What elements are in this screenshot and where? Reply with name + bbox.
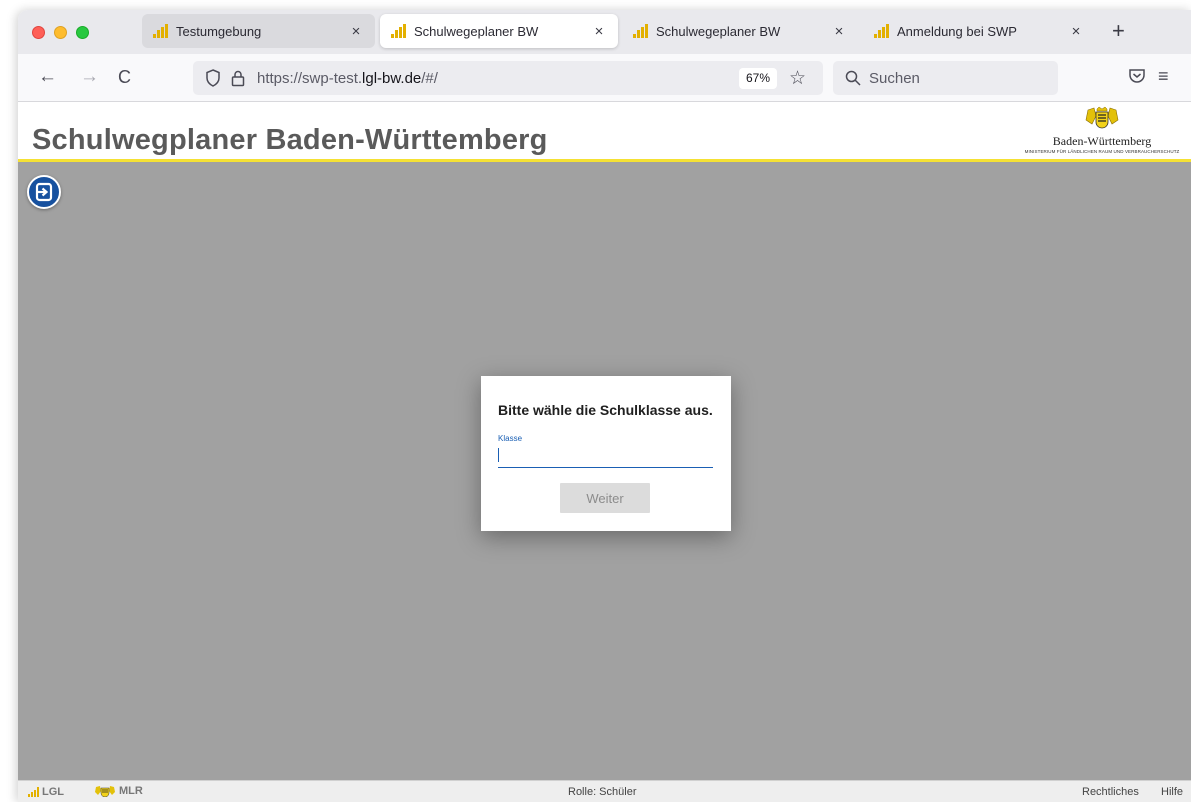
tab-testumgebung[interactable]: Testumgebung ×	[142, 14, 375, 48]
tab-schulwegeplaner[interactable]: Schulwegeplaner BW ×	[622, 14, 858, 48]
pocket-icon[interactable]	[1128, 67, 1146, 85]
logo-name: Baden-Württemberg	[1052, 134, 1152, 148]
dialog-title: Bitte wähle die Schulklasse aus.	[498, 402, 713, 418]
class-selection-dialog: Bitte wähle die Schulklasse aus. Klasse …	[481, 376, 731, 531]
search-icon	[845, 70, 861, 86]
mlr-label: MLR	[119, 785, 143, 797]
search-placeholder: Suchen	[869, 69, 920, 87]
new-tab-button[interactable]: +	[1112, 20, 1125, 42]
lgl-favicon-icon	[632, 23, 648, 39]
tab-label: Anmeldung bei SWP	[897, 23, 1017, 39]
tab-anmeldung[interactable]: Anmeldung bei SWP ×	[863, 14, 1095, 48]
tab-schulwegeplaner-active[interactable]: Schulwegeplaner BW ×	[380, 14, 618, 48]
navigation-bar: ← → C https://swp-test.lgl-bw.de/#/ 67% …	[18, 54, 1191, 102]
page-title: Schulwegplaner Baden-Württemberg	[32, 124, 548, 156]
reload-button[interactable]: C	[118, 67, 131, 87]
lock-icon[interactable]	[231, 69, 245, 87]
shield-icon[interactable]	[205, 69, 221, 87]
back-button[interactable]: ←	[38, 67, 57, 87]
footer: LGL MLR Rolle: Schüler Rechtliches Hilfe	[18, 780, 1191, 802]
lgl-favicon-icon	[873, 23, 889, 39]
page-content: Schulwegplaner Baden-Württemberg Baden-W…	[18, 102, 1191, 802]
tab-close-icon[interactable]: ×	[347, 23, 365, 40]
lgl-logo-icon	[28, 787, 40, 797]
tab-label: Schulwegeplaner BW	[656, 23, 781, 39]
login-icon	[35, 182, 53, 202]
lgl-favicon-icon	[152, 23, 168, 39]
search-bar[interactable]: Suchen	[833, 61, 1058, 95]
app-header: Schulwegplaner Baden-Württemberg Baden-W…	[18, 102, 1191, 162]
mlr-coat-of-arms-icon	[95, 786, 115, 797]
bw-logo: Baden-Württemberg MINISTERIUM FÜR LÄNDLI…	[1017, 106, 1187, 158]
class-input[interactable]	[498, 446, 713, 468]
mlr-logo[interactable]: MLR	[94, 785, 143, 797]
lgl-logo[interactable]: LGL	[28, 786, 64, 798]
browser-window: Testumgebung × Schulwegeplaner BW × Schu…	[18, 10, 1191, 802]
tab-close-icon[interactable]: ×	[590, 23, 608, 40]
url-bar[interactable]: https://swp-test.lgl-bw.de/#/ 67% ☆	[193, 61, 823, 95]
role-status: Rolle: Schüler	[568, 786, 637, 798]
forward-button[interactable]: →	[80, 67, 99, 87]
close-window-button[interactable]	[32, 26, 45, 39]
zoom-indicator[interactable]: 67%	[739, 68, 778, 89]
tab-bar: Testumgebung × Schulwegeplaner BW × Schu…	[18, 10, 1191, 54]
legal-link[interactable]: Rechtliches	[1082, 786, 1139, 798]
tab-label: Testumgebung	[176, 23, 262, 39]
lgl-favicon-icon	[390, 23, 406, 39]
menu-icon[interactable]: ≡	[1158, 66, 1169, 87]
help-link[interactable]: Hilfe	[1161, 786, 1183, 798]
minimize-window-button[interactable]	[54, 26, 67, 39]
class-field-label: Klasse	[498, 434, 523, 443]
tab-label: Schulwegeplaner BW	[414, 23, 539, 39]
bookmark-star-icon[interactable]: ☆	[789, 67, 806, 90]
coat-of-arms-icon	[1085, 106, 1119, 129]
tab-close-icon[interactable]: ×	[830, 23, 848, 40]
maximize-window-button[interactable]	[76, 26, 89, 39]
weiter-button[interactable]: Weiter	[560, 483, 650, 513]
logo-subtitle: MINISTERIUM FÜR LÄNDLICHEN RAUM UND VERB…	[1024, 149, 1180, 154]
tab-close-icon[interactable]: ×	[1067, 23, 1085, 40]
login-button[interactable]	[27, 175, 61, 209]
window-controls	[32, 26, 89, 39]
url-text[interactable]: https://swp-test.lgl-bw.de/#/	[257, 70, 438, 87]
lgl-label: LGL	[42, 786, 64, 798]
text-cursor	[498, 448, 499, 462]
